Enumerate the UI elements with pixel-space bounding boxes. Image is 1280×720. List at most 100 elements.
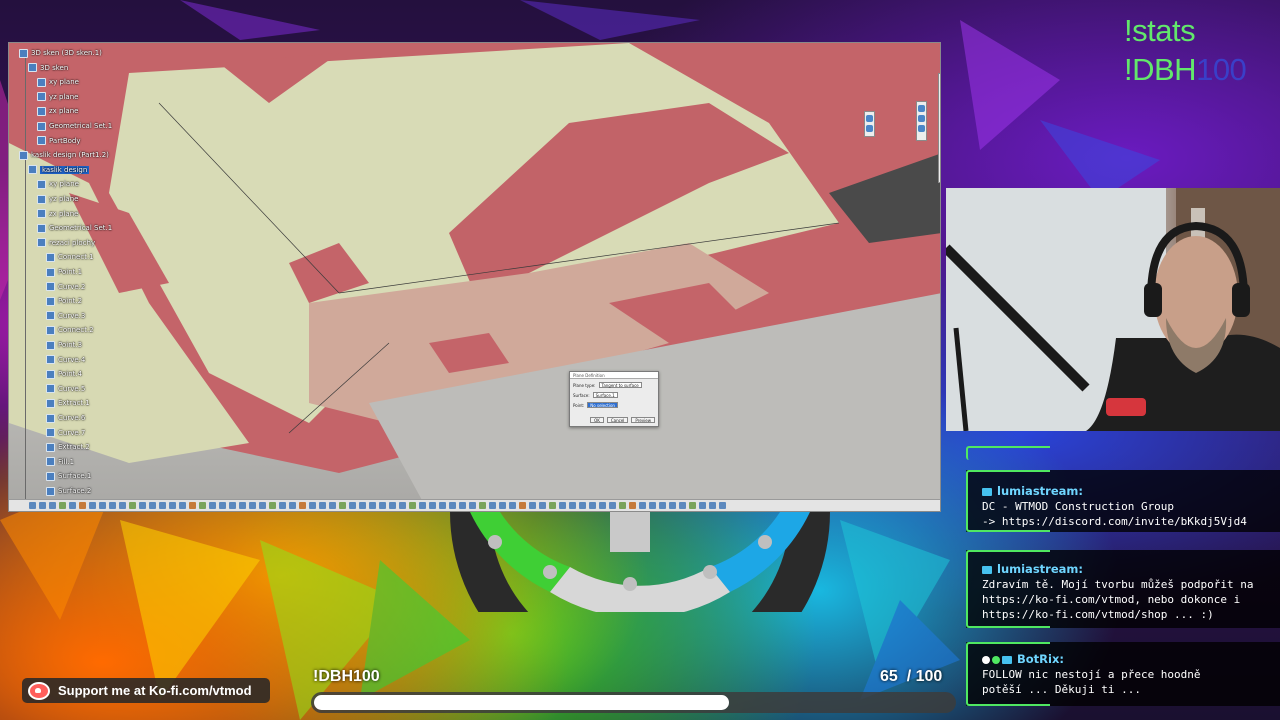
toolbar-icon[interactable] bbox=[559, 502, 566, 509]
tree-node[interactable]: Curve.5 bbox=[46, 383, 85, 395]
toolbar-icon[interactable] bbox=[159, 502, 166, 509]
toolbar-icon[interactable] bbox=[239, 502, 246, 509]
toolbar-icon[interactable] bbox=[529, 502, 536, 509]
toolbar-icon[interactable] bbox=[469, 502, 476, 509]
toolbar-icon[interactable] bbox=[329, 502, 336, 509]
toolbar-icon[interactable] bbox=[609, 502, 616, 509]
toolbar-strip[interactable] bbox=[916, 101, 927, 141]
toolbar-icon[interactable] bbox=[499, 502, 506, 509]
tree-node[interactable]: Extract.2 bbox=[46, 441, 90, 453]
toolbar-icon[interactable] bbox=[109, 502, 116, 509]
toolbar-icon[interactable] bbox=[189, 502, 196, 509]
toolbar-icon[interactable] bbox=[459, 502, 466, 509]
plane-type-select[interactable]: Tangent to surface bbox=[598, 382, 642, 388]
toolbar-icon[interactable] bbox=[309, 502, 316, 509]
toolbar-strip[interactable] bbox=[938, 73, 940, 183]
toolbar-icon[interactable] bbox=[49, 502, 56, 509]
toolbar-icon[interactable] bbox=[349, 502, 356, 509]
toolbar-icon[interactable] bbox=[169, 502, 176, 509]
tree-node[interactable]: Connect.2 bbox=[46, 324, 94, 336]
cad-bottom-toolbar[interactable] bbox=[9, 499, 940, 511]
toolbar-icon[interactable] bbox=[259, 502, 266, 509]
tree-node[interactable]: Curve.3 bbox=[46, 310, 85, 322]
toolbar-icon[interactable] bbox=[399, 502, 406, 509]
tree-node[interactable]: Point.1 bbox=[46, 266, 82, 278]
toolbar-icon[interactable] bbox=[659, 502, 666, 509]
toolbar-icon[interactable] bbox=[359, 502, 366, 509]
tree-node[interactable]: 3D sken (3D sken.1) bbox=[19, 47, 102, 59]
toolbar-icon[interactable] bbox=[369, 502, 376, 509]
tree-node[interactable]: Surface.1 bbox=[46, 470, 91, 482]
toolbar-icon[interactable] bbox=[589, 502, 596, 509]
tree-node[interactable]: Geometrical Set.1 bbox=[37, 222, 112, 234]
toolbar-icon[interactable] bbox=[339, 502, 346, 509]
tree-node[interactable]: kaslik design bbox=[28, 164, 90, 176]
toolbar-icon[interactable] bbox=[719, 502, 726, 509]
cad-3d-viewport[interactable] bbox=[9, 43, 941, 512]
tree-node[interactable]: Fill.1 bbox=[46, 456, 74, 468]
toolbar-icon[interactable] bbox=[99, 502, 106, 509]
toolbar-icon[interactable] bbox=[709, 502, 716, 509]
toolbar-icon[interactable] bbox=[419, 502, 426, 509]
toolbar-icon[interactable] bbox=[59, 502, 66, 509]
tree-node[interactable]: Geometrical Set.1 bbox=[37, 120, 112, 132]
tree-node[interactable]: Curve.7 bbox=[46, 427, 85, 439]
toolbar-icon[interactable] bbox=[119, 502, 126, 509]
toolbar-icon[interactable] bbox=[249, 502, 256, 509]
toolbar-icon[interactable] bbox=[379, 502, 386, 509]
tree-node[interactable]: yz plane bbox=[37, 91, 78, 103]
toolbar-icon[interactable] bbox=[179, 502, 186, 509]
tree-node[interactable]: rezaci plochy bbox=[37, 237, 95, 249]
toolbar-icon[interactable] bbox=[29, 502, 36, 509]
point-field[interactable]: No selection bbox=[587, 402, 618, 408]
toolbar-icon[interactable] bbox=[549, 502, 556, 509]
toolbar-icon[interactable] bbox=[209, 502, 216, 509]
toolbar-icon[interactable] bbox=[219, 502, 226, 509]
tree-node[interactable]: xy plane bbox=[37, 76, 79, 88]
tree-node[interactable]: Connect.1 bbox=[46, 251, 94, 263]
tree-node[interactable]: kaslik design (Part1.2) bbox=[19, 149, 109, 161]
tree-node[interactable]: 3D sken bbox=[28, 62, 68, 74]
toolbar-icon[interactable] bbox=[619, 502, 626, 509]
tree-node[interactable]: Point.4 bbox=[46, 368, 82, 380]
tree-node[interactable]: zx plane bbox=[37, 105, 78, 117]
toolbar-icon[interactable] bbox=[699, 502, 706, 509]
toolbar-icon[interactable] bbox=[439, 502, 446, 509]
toolbar-icon[interactable] bbox=[449, 502, 456, 509]
cad-window[interactable]: 3D sken (3D sken.1) 3D sken xy plane yz pla… bbox=[8, 42, 941, 512]
toolbar-icon[interactable] bbox=[139, 502, 146, 509]
toolbar-icon[interactable] bbox=[389, 502, 396, 509]
toolbar-icon[interactable] bbox=[79, 502, 86, 509]
toolbar-icon[interactable] bbox=[229, 502, 236, 509]
toolbar-icon[interactable] bbox=[679, 502, 686, 509]
toolbar-icon[interactable] bbox=[569, 502, 576, 509]
toolbar-icon[interactable] bbox=[279, 502, 286, 509]
toolbar-icon[interactable] bbox=[199, 502, 206, 509]
tree-node[interactable]: zx plane bbox=[37, 208, 78, 220]
toolbar-icon[interactable] bbox=[289, 502, 296, 509]
toolbar-icon[interactable] bbox=[299, 502, 306, 509]
tree-node[interactable]: Curve.2 bbox=[46, 281, 85, 293]
tree-node[interactable]: Curve.6 bbox=[46, 412, 85, 424]
ok-button[interactable]: OK bbox=[590, 417, 604, 423]
toolbar-icon[interactable] bbox=[489, 502, 496, 509]
cancel-button[interactable]: Cancel bbox=[606, 417, 629, 423]
toolbar-icon[interactable] bbox=[429, 502, 436, 509]
toolbar-icon[interactable] bbox=[319, 502, 326, 509]
toolbar-icon[interactable] bbox=[599, 502, 606, 509]
toolbar-icon[interactable] bbox=[689, 502, 696, 509]
tree-node[interactable]: Point.3 bbox=[46, 339, 82, 351]
kofi-banner[interactable]: Support me at Ko-fi.com/vtmod bbox=[22, 678, 270, 703]
surface-field[interactable]: Surface.1 bbox=[592, 392, 618, 398]
preview-button[interactable]: Preview bbox=[631, 417, 655, 423]
toolbar-icon[interactable] bbox=[669, 502, 676, 509]
toolbar-icon[interactable] bbox=[519, 502, 526, 509]
tree-node[interactable]: Point.2 bbox=[46, 295, 82, 307]
tree-node[interactable]: Curve.4 bbox=[46, 354, 85, 366]
toolbar-icon[interactable] bbox=[539, 502, 546, 509]
toolbar-icon[interactable] bbox=[639, 502, 646, 509]
toolbar-icon[interactable] bbox=[629, 502, 636, 509]
toolbar-icon[interactable] bbox=[149, 502, 156, 509]
tree-node[interactable]: xy plane bbox=[37, 178, 79, 190]
toolbar-icon[interactable] bbox=[129, 502, 136, 509]
